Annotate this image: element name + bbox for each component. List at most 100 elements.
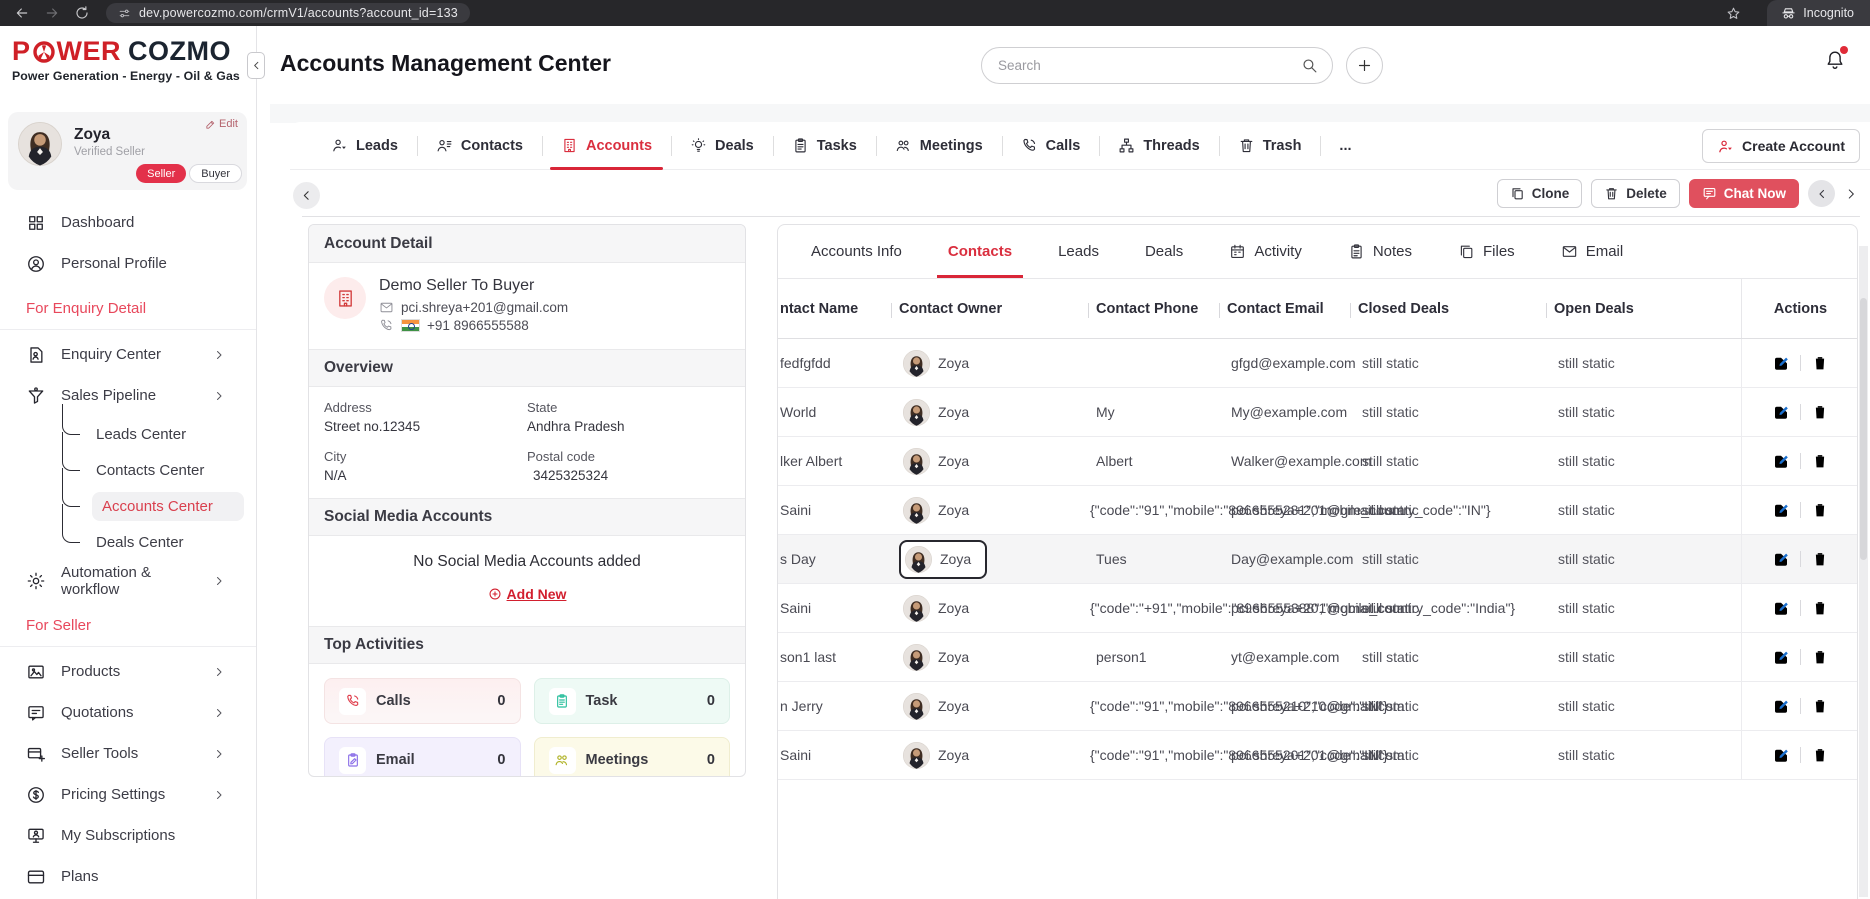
- address-bar[interactable]: dev.powercozmo.com/crmV1/accounts?accoun…: [106, 3, 470, 23]
- sidebar-subitem[interactable]: Contacts Center: [62, 452, 256, 488]
- edit-icon[interactable]: [1772, 354, 1790, 372]
- detail-tab[interactable]: Contacts: [925, 225, 1035, 278]
- sidebar-item[interactable]: Dashboard: [0, 202, 256, 243]
- detail-tab[interactable]: Leads: [1035, 225, 1122, 278]
- buyer-toggle[interactable]: Buyer: [189, 164, 242, 183]
- table-row[interactable]: World Zoya My My@example.com still stati…: [778, 388, 1857, 437]
- contact-owner-cell[interactable]: Zoya: [891, 346, 1088, 381]
- forward-icon[interactable]: [44, 5, 60, 21]
- edit-icon[interactable]: [1772, 403, 1790, 421]
- table-row[interactable]: Saini Zoya {"code":"+91","mobile":"89665…: [778, 584, 1857, 633]
- seller-toggle[interactable]: Seller: [136, 164, 186, 183]
- module-tab[interactable]: Leads: [312, 122, 417, 169]
- url-text[interactable]: dev.powercozmo.com/crmV1/accounts?accoun…: [139, 6, 458, 20]
- delete-icon[interactable]: [1811, 746, 1829, 764]
- module-tab[interactable]: ...: [1320, 122, 1370, 169]
- next-record-button[interactable]: [1844, 187, 1858, 201]
- edit-icon[interactable]: [1772, 697, 1790, 715]
- scrollbar-thumb[interactable]: [1860, 298, 1867, 560]
- search-icon[interactable]: [1301, 57, 1318, 74]
- module-tab[interactable]: Tasks: [773, 122, 876, 169]
- edit-profile-link[interactable]: Edit: [205, 118, 238, 130]
- detail-tab[interactable]: Deals: [1122, 225, 1206, 278]
- edit-icon[interactable]: [1772, 501, 1790, 519]
- module-tab[interactable]: Contacts: [417, 122, 542, 169]
- sidebar-item[interactable]: My Subscriptions: [0, 815, 256, 856]
- contact-owner-cell[interactable]: Zoya: [891, 689, 1088, 724]
- sidebar-item[interactable]: Enquiry Center: [0, 334, 256, 375]
- col-contact-phone[interactable]: Contact Phone: [1088, 301, 1219, 317]
- brand-logo[interactable]: P WER COZMO Power Generation - Energy - …: [0, 26, 256, 104]
- sidebar-subitem[interactable]: Accounts Center: [62, 488, 256, 524]
- delete-icon[interactable]: [1811, 697, 1829, 715]
- reload-icon[interactable]: [74, 5, 90, 21]
- delete-icon[interactable]: [1811, 648, 1829, 666]
- back-icon[interactable]: [14, 5, 30, 21]
- chat-now-button[interactable]: Chat Now: [1689, 179, 1799, 208]
- sidebar-item[interactable]: Automation & workflow: [0, 560, 256, 601]
- add-button[interactable]: [1346, 47, 1383, 84]
- contact-owner-cell[interactable]: Zoya: [891, 493, 1088, 528]
- contact-owner-cell[interactable]: Zoya: [891, 640, 1088, 675]
- module-tab[interactable]: Trash: [1219, 122, 1321, 169]
- delete-button[interactable]: Delete: [1591, 179, 1680, 208]
- activity-card[interactable]: Task 0: [534, 678, 731, 724]
- contact-owner-cell[interactable]: Zoya: [891, 540, 1088, 579]
- notifications-button[interactable]: [1824, 48, 1848, 74]
- col-contact-name[interactable]: ntact Name: [778, 301, 891, 317]
- create-account-button[interactable]: Create Account: [1702, 129, 1860, 163]
- detail-tab[interactable]: Files: [1435, 225, 1538, 278]
- edit-icon[interactable]: [1772, 452, 1790, 470]
- delete-icon[interactable]: [1811, 354, 1829, 372]
- contact-owner-cell[interactable]: Zoya: [891, 444, 1088, 479]
- detail-tab[interactable]: Accounts Info: [788, 225, 925, 278]
- search-input[interactable]: [982, 58, 1301, 73]
- sidebar-item[interactable]: Personal Profile: [0, 243, 256, 284]
- col-open-deals[interactable]: Open Deals: [1546, 301, 1741, 317]
- clone-button[interactable]: Clone: [1497, 179, 1583, 208]
- sidebar-collapse-button[interactable]: [247, 52, 265, 79]
- edit-icon[interactable]: [1772, 599, 1790, 617]
- delete-icon[interactable]: [1811, 501, 1829, 519]
- contact-owner-cell[interactable]: Zoya: [891, 395, 1088, 430]
- sidebar-item[interactable]: Plans: [0, 856, 256, 897]
- contact-owner-cell[interactable]: Zoya: [891, 591, 1088, 626]
- scrollbar-track[interactable]: [1859, 246, 1868, 897]
- sidebar-item[interactable]: Sales Pipeline: [0, 375, 256, 416]
- contact-owner-cell[interactable]: Zoya: [891, 738, 1088, 773]
- col-closed-deals[interactable]: Closed Deals: [1350, 301, 1546, 317]
- table-row[interactable]: lker Albert Zoya Albert Walker@example.c…: [778, 437, 1857, 486]
- module-tab[interactable]: Threads: [1099, 122, 1218, 169]
- table-row[interactable]: Saini Zoya {"code":"91","mobile":"896655…: [778, 486, 1857, 535]
- module-tab[interactable]: Calls: [1002, 122, 1100, 169]
- activity-card[interactable]: Email 0: [324, 737, 521, 777]
- module-tab[interactable]: Accounts: [542, 122, 671, 169]
- col-contact-owner[interactable]: Contact Owner: [891, 301, 1088, 317]
- table-row[interactable]: fedfgfdd Zoya gfgd@example.com still sta…: [778, 339, 1857, 388]
- col-contact-email[interactable]: Contact Email: [1219, 301, 1350, 317]
- edit-icon[interactable]: [1772, 648, 1790, 666]
- table-row[interactable]: Saini Zoya {"code":"91","mobile":"896655…: [778, 731, 1857, 780]
- edit-icon[interactable]: [1772, 550, 1790, 568]
- back-record-button[interactable]: [293, 182, 320, 209]
- sidebar-item[interactable]: Pricing Settings: [0, 774, 256, 815]
- delete-icon[interactable]: [1811, 452, 1829, 470]
- delete-icon[interactable]: [1811, 550, 1829, 568]
- sidebar-item[interactable]: Seller Tools: [0, 733, 256, 774]
- sidebar-subitem[interactable]: Leads Center: [62, 416, 256, 452]
- sidebar-item[interactable]: Products: [0, 651, 256, 692]
- bookmark-star-icon[interactable]: [1726, 6, 1741, 21]
- edit-icon[interactable]: [1772, 746, 1790, 764]
- detail-tab[interactable]: Activity: [1206, 225, 1325, 278]
- table-row[interactable]: son1 last Zoya person1 yt@example.com st…: [778, 633, 1857, 682]
- module-tab[interactable]: Meetings: [876, 122, 1002, 169]
- add-new-link[interactable]: Add New: [488, 586, 567, 602]
- sidebar-subitem[interactable]: Deals Center: [62, 524, 256, 560]
- activity-card[interactable]: Meetings 0: [534, 737, 731, 777]
- table-row[interactable]: s Day Zoya Tues Day@example.com still st…: [778, 535, 1857, 584]
- delete-icon[interactable]: [1811, 403, 1829, 421]
- global-search[interactable]: [981, 47, 1333, 84]
- table-row[interactable]: n Jerry Zoya {"code":"91","mobile":"8966…: [778, 682, 1857, 731]
- prev-record-button[interactable]: [1808, 180, 1835, 207]
- site-settings-icon[interactable]: [118, 7, 131, 20]
